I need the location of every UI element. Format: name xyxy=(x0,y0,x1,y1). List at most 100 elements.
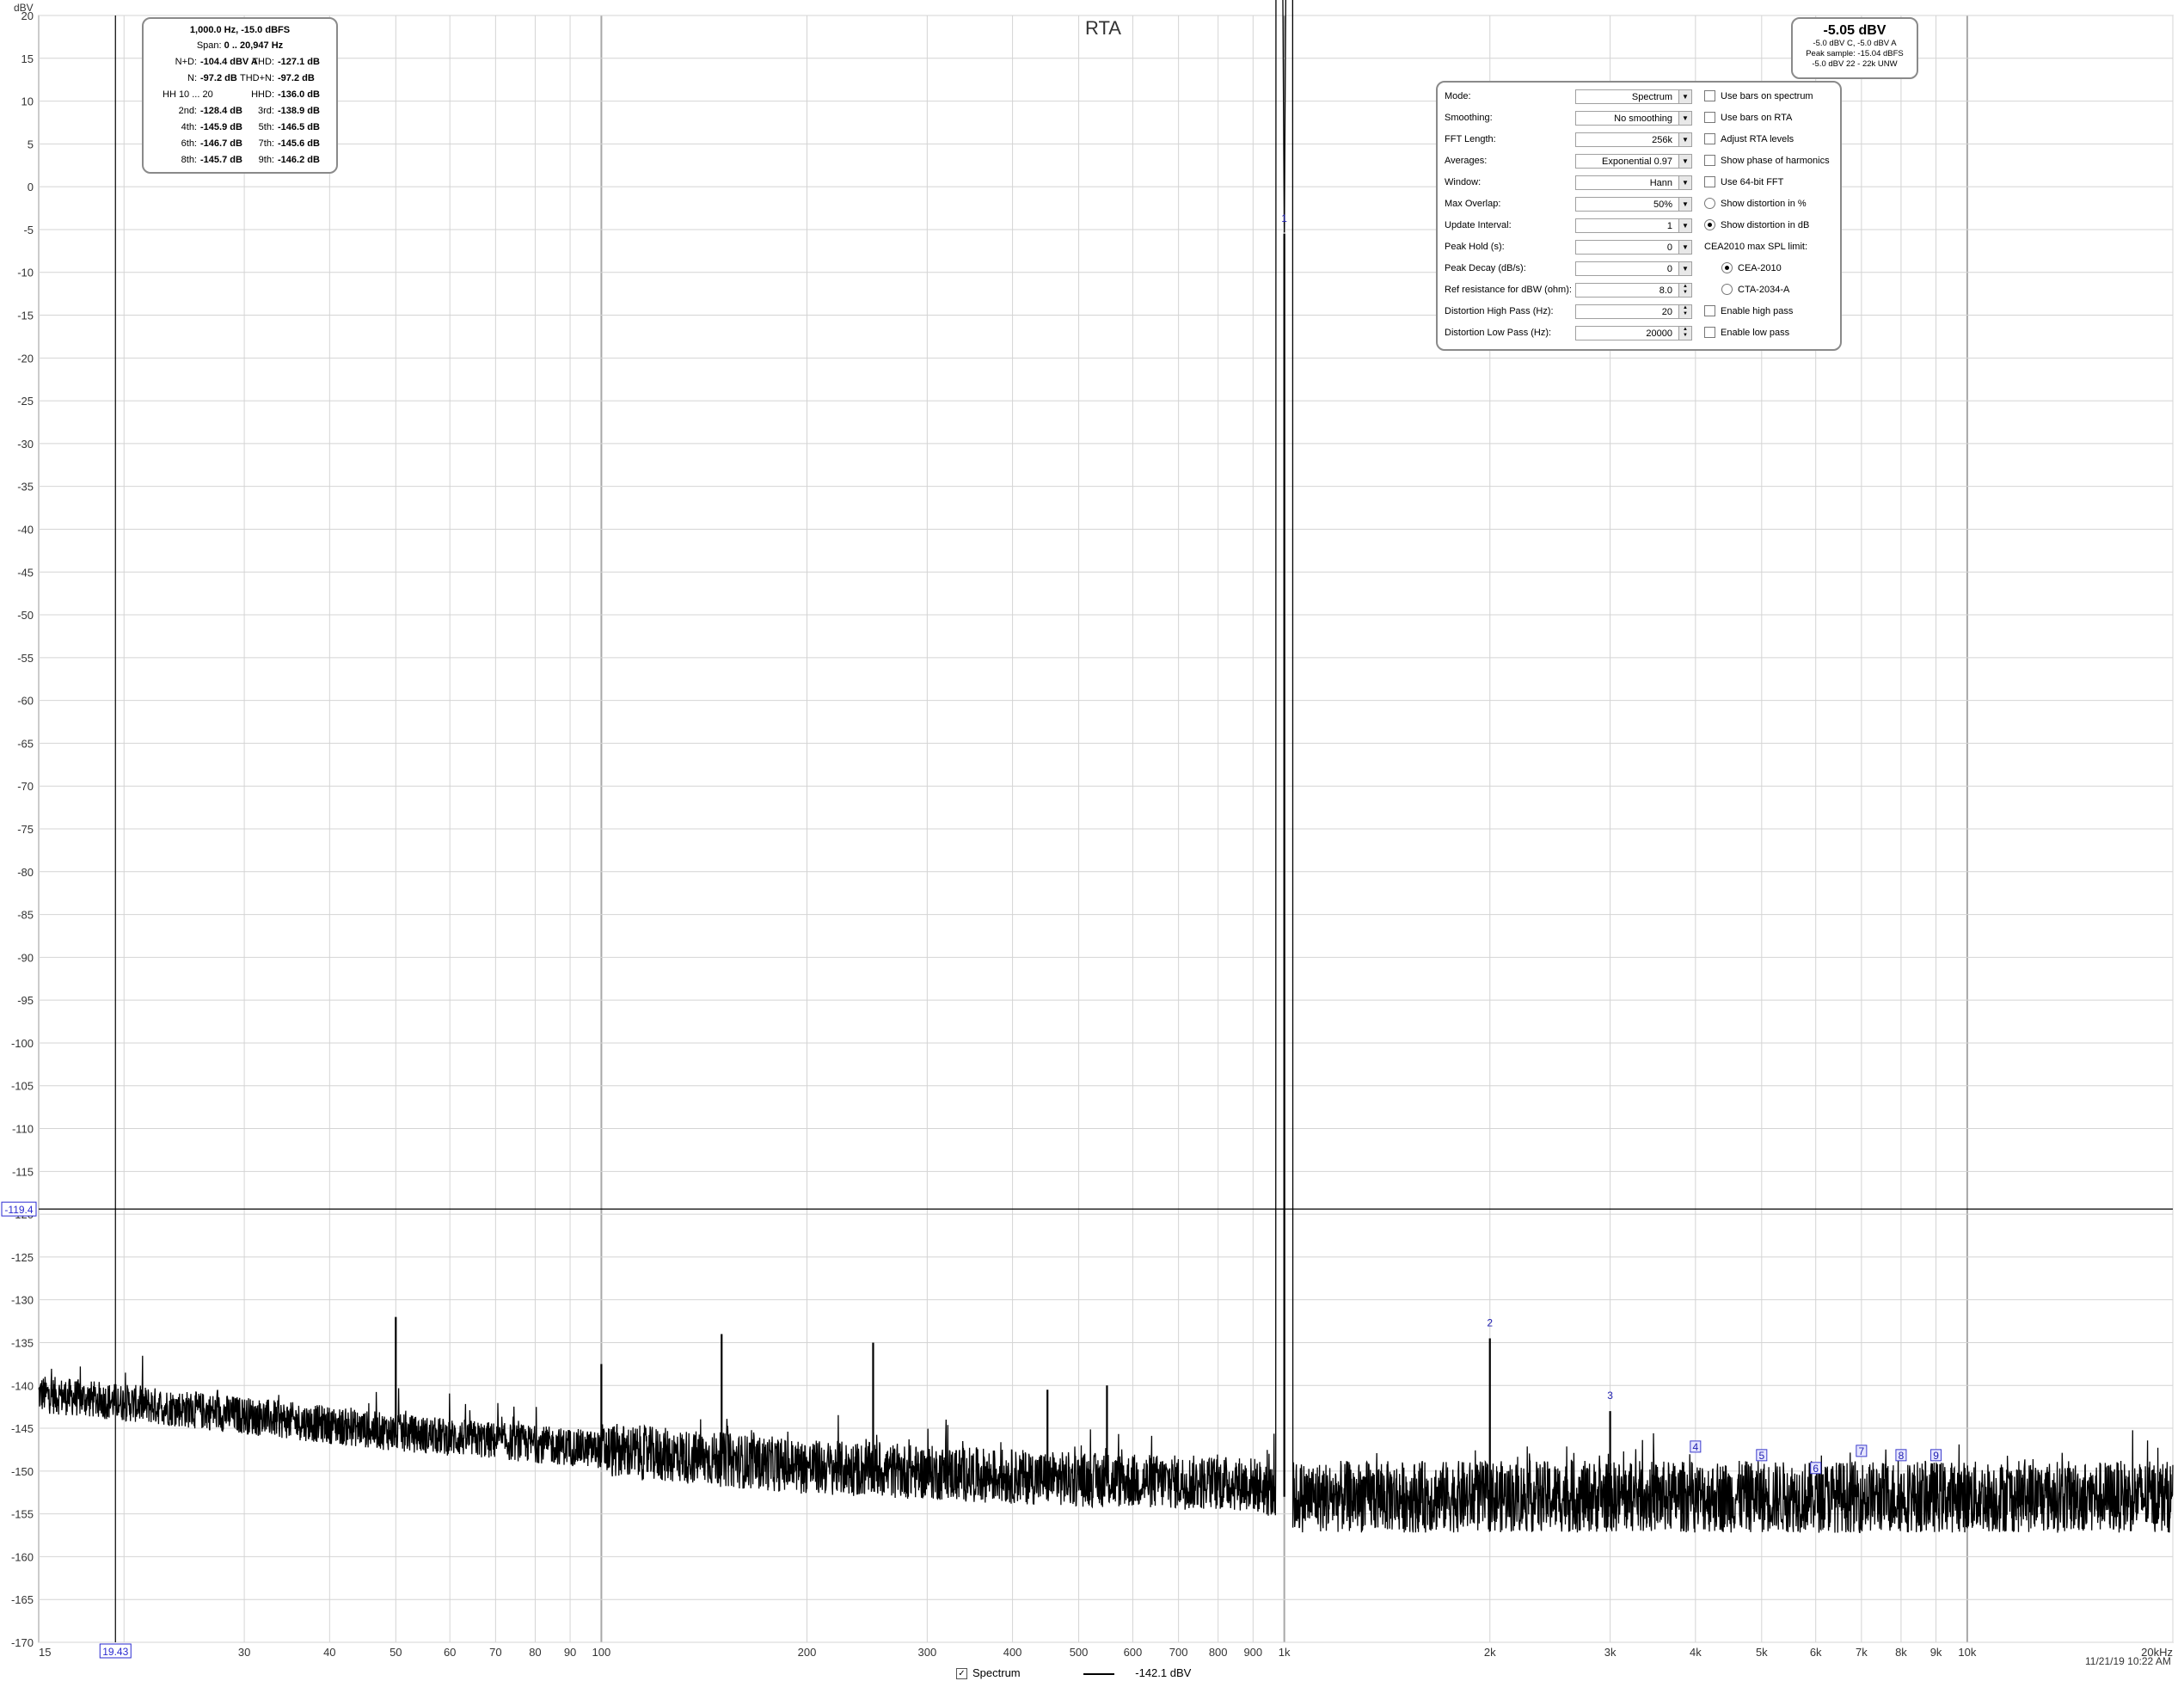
y-tick-label: -5 xyxy=(23,224,34,236)
checkbox-icon[interactable] xyxy=(1704,89,1715,101)
checkbox-icon[interactable] xyxy=(1704,304,1715,316)
distortion-panel[interactable]: 1,000.0 Hz, -15.0 dBFS Span: 0 .. 20,947… xyxy=(142,17,338,174)
control-row: Update Interval: 1 ▼ Show distortion in dB xyxy=(1438,215,1838,236)
control-spinner[interactable]: 20000 ▲ ▼ xyxy=(1575,326,1692,340)
checkbox-icon[interactable] xyxy=(1704,132,1715,144)
distortion-l2: 5th: xyxy=(258,122,274,132)
control-row: FFT Length: 256k ▼ Adjust RTA levels xyxy=(1438,129,1838,150)
spin-arrows-icon[interactable]: ▲ ▼ xyxy=(1678,305,1691,318)
distortion-l1: N: xyxy=(187,73,197,83)
y-tick-label: 0 xyxy=(28,181,34,193)
control-label: Distortion Low Pass (Hz): xyxy=(1445,328,1552,338)
chart-title: RTA xyxy=(1085,17,1121,39)
control-label: Peak Decay (dB/s): xyxy=(1445,263,1526,273)
control-value: 0 xyxy=(1666,264,1672,274)
chevron-down-icon[interactable]: ▼ xyxy=(1678,198,1691,211)
x-tick-label: 3k xyxy=(1604,1646,1617,1659)
y-tick-label: -115 xyxy=(12,1165,34,1178)
control-value: No smoothing xyxy=(1614,113,1672,124)
chevron-down-icon[interactable]: ▼ xyxy=(1678,90,1691,103)
control-dropdown[interactable]: Exponential 0.97 ▼ xyxy=(1575,154,1692,169)
control-dropdown[interactable]: Spectrum ▼ xyxy=(1575,89,1692,104)
radio-icon[interactable] xyxy=(1721,261,1733,273)
y-tick-label: -10 xyxy=(17,267,34,279)
option-4[interactable]: Use 64-bit FFT xyxy=(1704,172,1783,193)
control-dropdown[interactable]: 256k ▼ xyxy=(1575,132,1692,147)
control-dropdown[interactable]: Hann ▼ xyxy=(1575,175,1692,190)
control-dropdown[interactable]: 50% ▼ xyxy=(1575,197,1692,212)
x-tick-label: 400 xyxy=(1003,1646,1022,1659)
control-row: Peak Decay (dB/s): 0 ▼ CEA-2010 xyxy=(1438,258,1838,279)
option-label: Show phase of harmonics xyxy=(1721,156,1830,166)
spectrum-checkbox[interactable]: ✓ xyxy=(956,1668,967,1680)
checkbox-icon[interactable] xyxy=(1704,326,1715,338)
distortion-l1: 8th: xyxy=(181,155,197,165)
radio-icon[interactable] xyxy=(1721,283,1733,295)
control-spinner[interactable]: 20 ▲ ▼ xyxy=(1575,304,1692,319)
harmonic-marker-label: 1 xyxy=(1281,212,1287,224)
distortion-l2: THD+N: xyxy=(239,73,274,83)
distortion-v1: -128.4 dB xyxy=(200,106,242,116)
distortion-v1: -145.7 dB xyxy=(200,155,242,165)
x-tick-label: 6k xyxy=(1810,1646,1822,1659)
control-label: Mode: xyxy=(1445,91,1471,101)
rta-controls-panel[interactable]: Mode: Spectrum ▼ Use bars on spectrum Smooth… xyxy=(1436,81,1842,351)
control-dropdown[interactable]: No smoothing ▼ xyxy=(1575,111,1692,126)
checkbox-icon[interactable] xyxy=(1704,175,1715,187)
option-3[interactable]: Show phase of harmonics xyxy=(1704,150,1830,172)
radio-icon[interactable] xyxy=(1704,197,1715,209)
checkbox-icon[interactable] xyxy=(1704,111,1715,123)
control-row: Peak Hold (s): 0 ▼ CEA2010 max SPL limit: xyxy=(1438,236,1838,258)
option-9[interactable]: CTA-2034-A xyxy=(1721,279,1789,301)
control-row: Averages: Exponential 0.97 ▼ Show phase of … xyxy=(1438,150,1838,172)
x-tick-label: 7k xyxy=(1856,1646,1868,1659)
option-2[interactable]: Adjust RTA levels xyxy=(1704,129,1794,150)
distortion-row: 2nd: -128.4 dB 3rd: -138.9 dB xyxy=(144,103,336,119)
option-6[interactable]: Show distortion in dB xyxy=(1704,215,1809,236)
option-5[interactable]: Show distortion in % xyxy=(1704,193,1807,215)
control-row: Smoothing: No smoothing ▼ Use bars on RTA xyxy=(1438,107,1838,129)
x-tick-label: 200 xyxy=(798,1646,817,1659)
chevron-down-icon[interactable]: ▼ xyxy=(1678,219,1691,232)
chevron-down-icon[interactable]: ▼ xyxy=(1678,241,1691,254)
control-dropdown[interactable]: 0 ▼ xyxy=(1575,240,1692,255)
spin-arrows-icon[interactable]: ▲ ▼ xyxy=(1678,327,1691,340)
distortion-l1: 4th: xyxy=(181,122,197,132)
y-tick-label: -50 xyxy=(17,609,34,622)
control-dropdown[interactable]: 0 ▼ xyxy=(1575,261,1692,276)
harmonic-marker-label: 7 xyxy=(1859,1445,1865,1457)
chevron-down-icon[interactable]: ▼ xyxy=(1678,112,1691,125)
span-value: 0 .. 20,947 Hz xyxy=(224,40,284,51)
chevron-down-icon[interactable]: ▼ xyxy=(1678,155,1691,168)
control-spinner[interactable]: 8.0 ▲ ▼ xyxy=(1575,283,1692,298)
control-dropdown[interactable]: 1 ▼ xyxy=(1575,218,1692,233)
y-tick-label: 15 xyxy=(21,52,34,65)
checkbox-icon[interactable] xyxy=(1704,154,1715,166)
control-value: Exponential 0.97 xyxy=(1602,156,1672,167)
level-line-2: Peak sample: -15.04 dBFS xyxy=(1806,49,1904,58)
option-1[interactable]: Use bars on RTA xyxy=(1704,107,1792,129)
option-label: Use 64-bit FFT xyxy=(1721,177,1784,187)
level-line-3: -5.0 dBV 22 - 22k UNW xyxy=(1812,59,1898,69)
y-tick-label: -35 xyxy=(17,481,34,494)
legend-value: -142.1 dBV xyxy=(1135,1666,1192,1679)
y-tick-label: -140 xyxy=(11,1379,34,1392)
level-panel[interactable]: -5.05 dBV -5.0 dBV C, -5.0 dBV A Peak sa… xyxy=(1791,17,1918,79)
chevron-down-icon[interactable]: ▼ xyxy=(1678,133,1691,146)
distortion-header: 1,000.0 Hz, -15.0 dBFS xyxy=(189,25,291,35)
option-11[interactable]: Enable low pass xyxy=(1704,322,1789,344)
chevron-down-icon[interactable]: ▼ xyxy=(1678,262,1691,275)
spectrum-plot[interactable]: 20151050-5-10-15-20-25-30-35-40-45-50-55… xyxy=(0,0,2184,1681)
control-value: 0 xyxy=(1666,242,1672,253)
option-0[interactable]: Use bars on spectrum xyxy=(1704,86,1813,107)
chevron-down-icon[interactable]: ▼ xyxy=(1678,176,1691,189)
distortion-l1: 2nd: xyxy=(178,106,197,116)
option-8[interactable]: CEA-2010 xyxy=(1721,258,1782,279)
y-tick-label: -155 xyxy=(11,1508,34,1521)
option-10[interactable]: Enable high pass xyxy=(1704,301,1793,322)
x-tick-label: 700 xyxy=(1169,1646,1188,1659)
spin-arrows-icon[interactable]: ▲ ▼ xyxy=(1678,284,1691,297)
distortion-l2: 7th: xyxy=(258,138,274,149)
distortion-l1: 6th: xyxy=(181,138,197,149)
radio-icon[interactable] xyxy=(1704,218,1715,230)
